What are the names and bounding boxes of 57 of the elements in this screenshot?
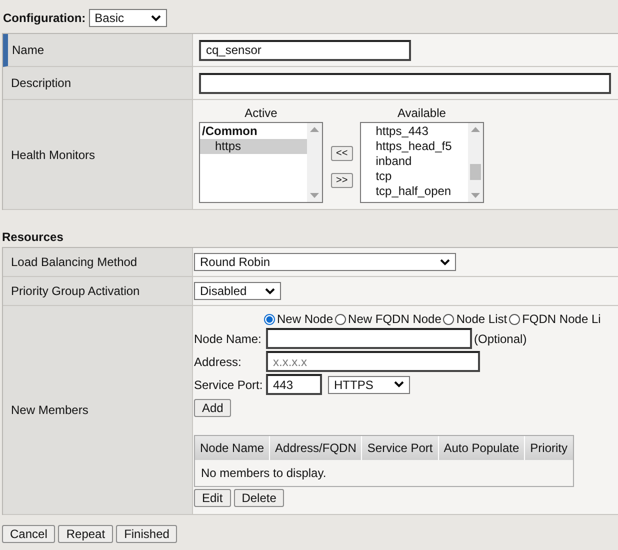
field-label: Health Monitors xyxy=(3,100,193,210)
section-heading: Resources xyxy=(2,230,64,244)
list-option[interactable]: https xyxy=(200,139,307,154)
scrollbar[interactable] xyxy=(468,123,483,202)
radio-option[interactable]: FQDN Node Li xyxy=(509,312,601,326)
scroll-up-icon[interactable] xyxy=(310,126,319,132)
empty-message: No members to display. xyxy=(195,460,572,486)
list-option[interactable]: https_443 xyxy=(360,124,468,139)
chevron-icon xyxy=(265,288,275,294)
move-right-button[interactable]: >> xyxy=(331,173,353,188)
field-label: Service Port: xyxy=(194,378,264,392)
list-option[interactable]: /Common xyxy=(200,124,307,139)
hint-text: (Optional) xyxy=(474,332,527,346)
description-field[interactable] xyxy=(199,72,611,94)
protocol-dropdown[interactable]: HTTPS xyxy=(328,376,410,394)
scroll-down-icon[interactable] xyxy=(470,193,480,199)
field-label: Description xyxy=(3,67,193,100)
scroll-up-icon[interactable] xyxy=(470,126,480,132)
radio-option[interactable]: New Node xyxy=(264,312,334,326)
list-option[interactable]: tcp xyxy=(360,169,468,184)
list-option[interactable]: inband xyxy=(360,154,468,169)
configuration-label: Configuration: xyxy=(3,11,86,25)
scrollbar-thumb[interactable] xyxy=(470,164,481,180)
table-action-button[interactable]: Edit xyxy=(194,489,231,507)
move-left-button[interactable]: << xyxy=(331,146,353,161)
form-button[interactable]: Cancel xyxy=(2,525,56,543)
field-label: Priority Group Activation xyxy=(3,277,193,306)
table-action-button[interactable]: Delete xyxy=(234,489,284,507)
radio-option[interactable]: New FQDN Node xyxy=(335,312,442,326)
chevron-icon xyxy=(440,258,450,266)
list-option[interactable]: tcp_half_open xyxy=(360,184,468,199)
service-port-field[interactable]: 443 xyxy=(266,374,322,395)
chevron-icon xyxy=(150,14,161,22)
field-label: New Members xyxy=(3,306,193,515)
configuration-dropdown[interactable]: Basic xyxy=(88,9,167,27)
field-label: Address: xyxy=(194,354,242,368)
scroll-down-icon[interactable] xyxy=(310,193,319,199)
list-option[interactable]: https_head_f5 xyxy=(360,139,468,154)
node-name-field[interactable] xyxy=(266,328,472,349)
field-label: Load Balancing Method xyxy=(3,248,193,277)
load-balancing-dropdown[interactable]: Round Robin xyxy=(194,253,456,271)
priority-group-dropdown[interactable]: Disabled xyxy=(194,282,281,300)
field-label: Node Name: xyxy=(194,332,262,346)
address-field[interactable]: x.x.x.x xyxy=(266,351,480,372)
list-box[interactable]: /Common https xyxy=(199,122,323,203)
list-heading: Available xyxy=(397,106,446,120)
form-button[interactable]: Repeat xyxy=(58,525,114,543)
field-label: Name xyxy=(3,34,193,67)
column-header: Priority xyxy=(529,440,568,457)
radio-option[interactable]: Node List xyxy=(443,312,508,326)
list-box[interactable]: https_443 https_head_f5 inband tcp tcp_half_open xyxy=(360,122,484,203)
scrollbar[interactable] xyxy=(307,123,322,202)
list-heading: Active xyxy=(244,106,278,120)
form-button[interactable]: Finished xyxy=(116,525,178,543)
add-button[interactable]: Add xyxy=(194,399,232,417)
chevron-icon xyxy=(394,381,404,388)
name-field[interactable]: cq_sensor xyxy=(199,40,411,60)
